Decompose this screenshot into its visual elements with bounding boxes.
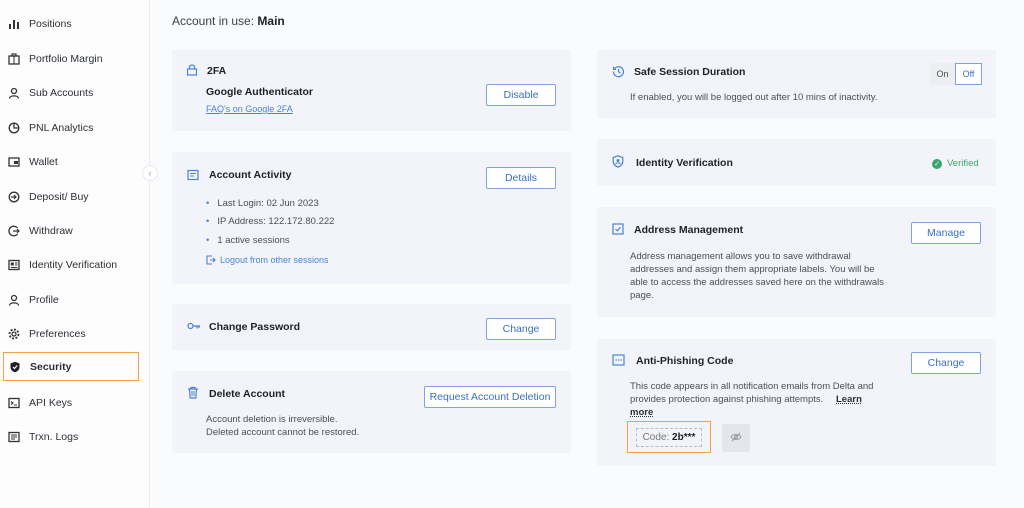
verified-badge: ✓ Verified bbox=[932, 158, 979, 169]
sidebar-item-portfolio-margin[interactable]: Portfolio Margin bbox=[3, 44, 139, 74]
safe-session-desc: If enabled, you will be logged out after… bbox=[630, 92, 878, 103]
change-password-button[interactable]: Change bbox=[486, 318, 556, 340]
sidebar-item-label: Positions bbox=[29, 18, 72, 30]
activity-icon bbox=[187, 169, 201, 183]
request-account-deletion-button[interactable]: Request Account Deletion bbox=[424, 386, 556, 408]
delete-warning-1: Account deletion is irreversible. bbox=[206, 414, 338, 425]
active-sessions: 1 active sessions bbox=[206, 235, 289, 246]
wallet-icon bbox=[7, 155, 21, 169]
change-phishing-code-button[interactable]: Change bbox=[911, 352, 981, 374]
address-desc-4: page. bbox=[630, 290, 654, 301]
sidebar-item-api-keys[interactable]: API Keys bbox=[3, 388, 139, 418]
sidebar-item-label: Withdraw bbox=[29, 225, 73, 237]
account-name: Main bbox=[257, 14, 285, 28]
address-desc-1: Address management allows you to save wi… bbox=[630, 251, 851, 262]
pie-chart-icon bbox=[7, 121, 21, 135]
address-management-title: Address Management bbox=[634, 224, 744, 236]
manage-address-button[interactable]: Manage bbox=[911, 222, 981, 244]
identity-verification-title: Identity Verification bbox=[636, 157, 733, 169]
logout-other-sessions-link[interactable]: Logout from other sessions bbox=[220, 255, 329, 265]
sidebar-item-sub-accounts[interactable]: Sub Accounts bbox=[3, 78, 139, 108]
sidebar: Positions Portfolio Margin Sub Accounts … bbox=[0, 0, 150, 508]
toggle-code-visibility-button[interactable] bbox=[722, 424, 750, 452]
sidebar-item-preferences[interactable]: Preferences bbox=[3, 319, 139, 349]
sidebar-item-positions[interactable]: Positions bbox=[3, 9, 139, 39]
sidebar-item-label: PNL Analytics bbox=[29, 122, 94, 134]
change-password-title: Change Password bbox=[209, 321, 301, 333]
history-icon bbox=[612, 65, 626, 79]
profile-icon bbox=[7, 293, 21, 307]
shield-user-icon bbox=[612, 155, 626, 169]
user-icon bbox=[7, 86, 21, 100]
sidebar-item-profile[interactable]: Profile bbox=[3, 285, 139, 315]
shield-icon bbox=[8, 360, 22, 374]
lock-icon bbox=[186, 64, 200, 78]
withdraw-icon bbox=[7, 224, 21, 238]
eye-off-icon bbox=[730, 432, 742, 445]
sidebar-item-withdraw[interactable]: Withdraw bbox=[3, 216, 139, 246]
last-login: Last Login: 02 Jun 2023 bbox=[206, 198, 318, 209]
id-card-icon bbox=[7, 258, 21, 272]
delete-account-title: Delete Account bbox=[209, 388, 286, 400]
twofa-faq-link[interactable]: FAQ's on Google 2FA bbox=[206, 104, 293, 114]
ip-address: IP Address: 122.172.80.222 bbox=[206, 216, 334, 227]
logs-icon bbox=[7, 430, 21, 444]
sidebar-item-trxn-logs[interactable]: Trxn. Logs bbox=[3, 422, 139, 452]
trash-icon bbox=[187, 386, 201, 400]
api-key-icon bbox=[7, 396, 21, 410]
learn-more-link[interactable]: Learn bbox=[836, 393, 862, 406]
checkbox-icon bbox=[612, 223, 626, 237]
safe-session-toggle[interactable]: On Off bbox=[930, 63, 982, 85]
sidebar-item-label: Deposit/ Buy bbox=[29, 191, 89, 203]
delete-warning-2: Deleted account cannot be restored. bbox=[206, 427, 360, 438]
sidebar-item-label: Security bbox=[30, 360, 72, 373]
code-label: Code: bbox=[642, 431, 670, 443]
sidebar-item-pnl-analytics[interactable]: PNL Analytics bbox=[3, 113, 139, 143]
gear-icon bbox=[7, 327, 21, 341]
sidebar-item-label: Identity Verification bbox=[29, 259, 118, 271]
address-desc-3: able to access the addresses saved here … bbox=[630, 277, 885, 288]
phishing-code-display: Code: 2b*** bbox=[627, 421, 711, 453]
details-button[interactable]: Details bbox=[486, 167, 556, 189]
sidebar-item-deposit-buy[interactable]: Deposit/ Buy bbox=[3, 182, 139, 212]
deposit-icon bbox=[7, 190, 21, 204]
code-value: 2b*** bbox=[672, 431, 696, 443]
sidebar-item-security[interactable]: Security bbox=[3, 352, 139, 381]
address-desc-2: addresses and assign them appropriate la… bbox=[630, 264, 875, 275]
check-circle-icon: ✓ bbox=[932, 158, 942, 169]
phishing-desc-1: This code appears in all notification em… bbox=[630, 381, 874, 392]
sidebar-item-label: Wallet bbox=[29, 156, 58, 168]
disable-2fa-button[interactable]: Disable bbox=[486, 84, 556, 106]
phishing-desc-2: provides protection against phishing att… bbox=[630, 394, 824, 405]
learn-more-link-cont[interactable]: more bbox=[630, 406, 653, 419]
toggle-off[interactable]: Off bbox=[955, 63, 982, 85]
key-icon bbox=[187, 320, 201, 334]
sidebar-item-wallet[interactable]: Wallet bbox=[3, 147, 139, 177]
account-label: Account in use: bbox=[172, 14, 255, 28]
sidebar-item-label: API Keys bbox=[29, 397, 73, 409]
briefcase-icon bbox=[7, 52, 21, 66]
anti-phishing-title: Anti-Phishing Code bbox=[636, 355, 734, 367]
account-in-use: Account in use: Main bbox=[172, 14, 285, 28]
verified-label: Verified bbox=[947, 158, 979, 169]
logout-icon bbox=[206, 255, 216, 265]
safe-session-title: Safe Session Duration bbox=[634, 66, 746, 78]
twofa-title: 2FA bbox=[207, 65, 227, 77]
code-box-icon bbox=[612, 354, 626, 368]
toggle-on[interactable]: On bbox=[930, 63, 955, 85]
twofa-method: Google Authenticator bbox=[206, 86, 313, 98]
phishing-code: Code: 2b*** bbox=[635, 427, 703, 447]
account-activity-title: Account Activity bbox=[209, 169, 292, 181]
sidebar-item-label: Preferences bbox=[29, 328, 86, 340]
sidebar-item-label: Portfolio Margin bbox=[29, 53, 103, 65]
sidebar-item-label: Profile bbox=[29, 294, 59, 306]
bar-chart-icon bbox=[7, 17, 21, 31]
sidebar-item-label: Trxn. Logs bbox=[29, 431, 79, 443]
delete-account-card bbox=[172, 371, 571, 453]
sidebar-item-identity-verification[interactable]: Identity Verification bbox=[3, 250, 139, 280]
sidebar-item-label: Sub Accounts bbox=[29, 87, 94, 99]
